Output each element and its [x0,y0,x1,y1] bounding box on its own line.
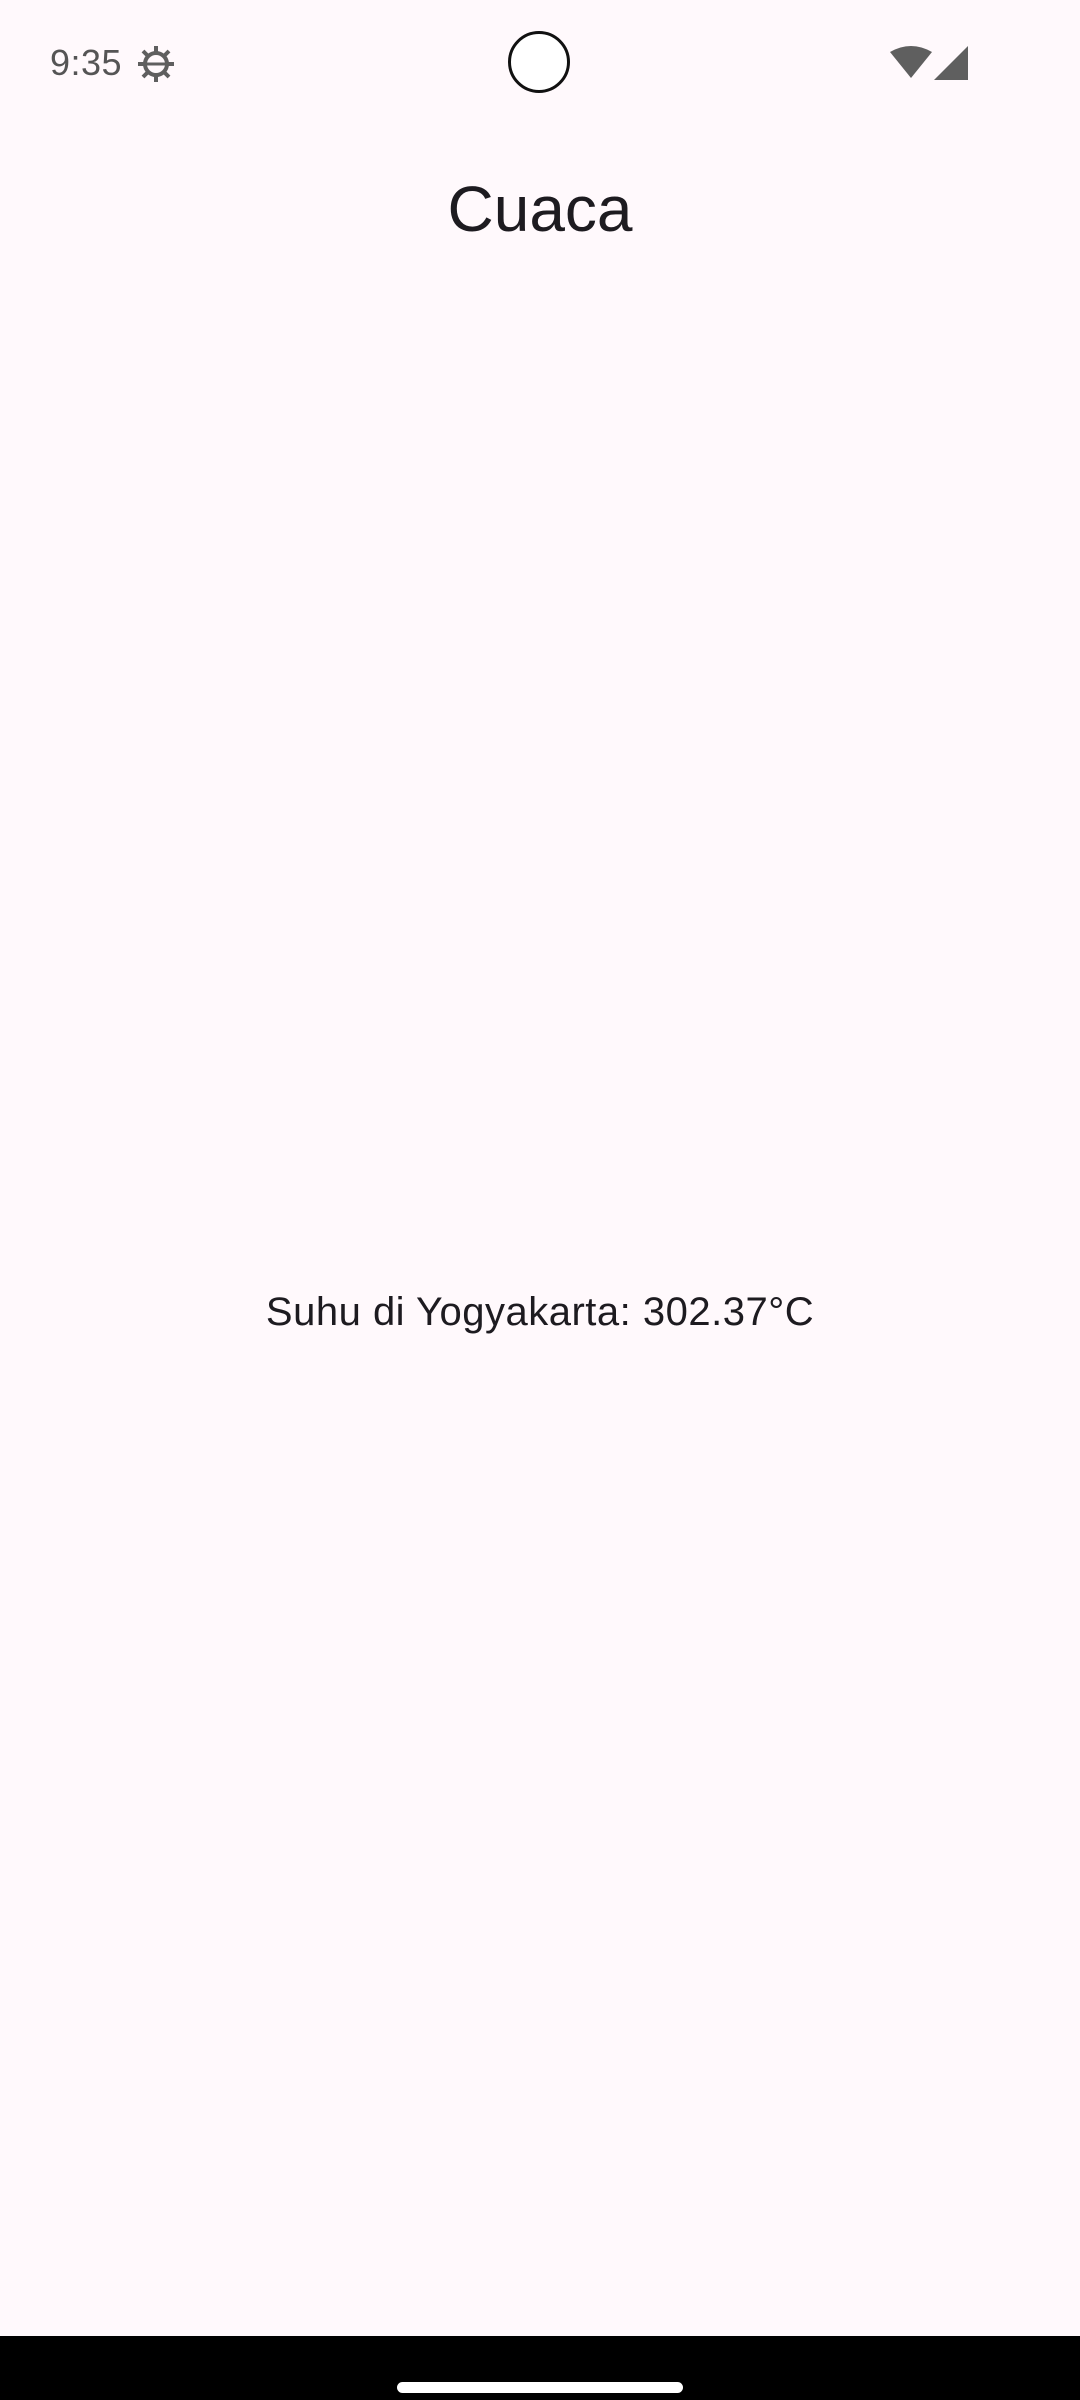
cell-signal-icon [934,46,968,80]
status-bar: 9:35 [0,0,1080,130]
temperature-text: Suhu di Yogyakarta: 302.37°C [265,1290,815,1334]
page-title: Cuaca [447,173,633,245]
status-time: 9:35 [50,42,123,83]
front-camera-cutout [508,31,570,93]
wifi-icon [890,46,932,80]
settings-icon [136,44,176,84]
home-indicator[interactable] [397,2382,683,2393]
